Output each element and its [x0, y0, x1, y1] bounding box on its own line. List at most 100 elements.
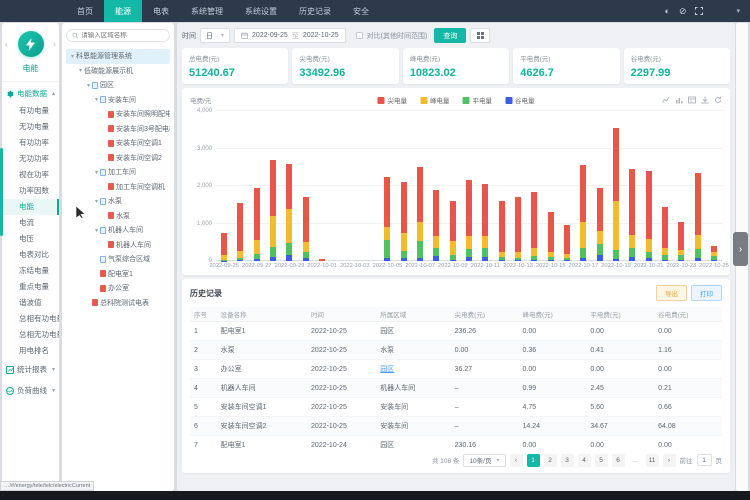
- stacked-bar-2022-10-25[interactable]: [711, 246, 717, 261]
- stacked-bar-2022-10-19[interactable]: [613, 128, 619, 261]
- tree-node-9[interactable]: 加工车间空调机: [66, 180, 170, 195]
- module-next-icon[interactable]: ›: [53, 39, 56, 49]
- sidebar-item-7[interactable]: 电流: [2, 215, 59, 231]
- stacked-bar-2022-10-11[interactable]: [482, 184, 488, 261]
- nav-tab-1[interactable]: 能源: [104, 0, 142, 22]
- tree-node-10[interactable]: ▾水泵: [66, 194, 170, 209]
- tree-node-15[interactable]: 配电室1: [66, 267, 170, 282]
- nav-tab-5[interactable]: 历史记录: [288, 0, 342, 22]
- page-button-11[interactable]: 11: [646, 454, 659, 467]
- toolbox-data-view-icon[interactable]: [688, 96, 696, 104]
- stacked-bar-2022-10-08[interactable]: [433, 190, 439, 261]
- tree-node-17[interactable]: 总科院测试电表: [66, 296, 170, 311]
- legend-item-3[interactable]: 谷电量: [505, 95, 535, 105]
- sidebar-item-15[interactable]: 用电排名: [2, 343, 59, 359]
- panel-collapse-button[interactable]: ›: [733, 232, 748, 266]
- sidebar-item-2[interactable]: 有功功率: [2, 135, 59, 151]
- print-button[interactable]: 打印: [691, 285, 722, 301]
- tree-node-16[interactable]: 办公室: [66, 281, 170, 296]
- tree-node-3[interactable]: ▾安装车间: [66, 93, 170, 108]
- sidebar-item-13[interactable]: 总相有功电量: [2, 311, 59, 327]
- legend-item-1[interactable]: 峰电量: [420, 95, 450, 105]
- toolbox-bar-chart-icon[interactable]: [675, 96, 683, 104]
- language-icon[interactable]: ⊘: [679, 7, 687, 16]
- tree-node-12[interactable]: ▾机器人车间: [66, 223, 170, 238]
- stacked-bar-2022-10-21[interactable]: [646, 171, 652, 261]
- stacked-bar-2022-10-18[interactable]: [597, 188, 603, 261]
- user-menu-caret-icon[interactable]: ▾: [736, 7, 740, 15]
- stacked-bar-2022-10-01[interactable]: [319, 259, 325, 261]
- tree-node-7[interactable]: 安装车间空调2: [66, 151, 170, 166]
- nav-tab-0[interactable]: 首页: [66, 0, 104, 22]
- sidebar-item-3[interactable]: 无功功率: [2, 151, 59, 167]
- stacked-bar-2022-10-20[interactable]: [629, 169, 635, 261]
- sidebar-item-5[interactable]: 功率因数: [2, 183, 59, 199]
- query-button[interactable]: 查询: [434, 28, 466, 43]
- sidebar-item-8[interactable]: 电压: [2, 231, 59, 247]
- page-button-5[interactable]: 5: [595, 454, 608, 467]
- tree-node-8[interactable]: ▾加工车间: [66, 165, 170, 180]
- stacked-bar-2022-10-15[interactable]: [548, 212, 554, 261]
- tree-node-1[interactable]: ▾低碳能源展示机: [66, 64, 170, 79]
- sidebar-item-1[interactable]: 无功电量: [2, 119, 59, 135]
- tree-node-0[interactable]: ▾科恩能源管理系统: [66, 49, 170, 64]
- next-page-button[interactable]: ›: [663, 454, 676, 467]
- date-range-picker[interactable]: 2022-09-25 至 2022-10-25: [234, 28, 346, 43]
- sidebar-item-load-curve[interactable]: 负荷曲线 ▾: [2, 380, 59, 401]
- tree-node-2[interactable]: ▾园区: [66, 78, 170, 93]
- stacked-bar-2022-09-30[interactable]: [303, 197, 309, 261]
- stacked-bar-2022-10-17[interactable]: [580, 165, 586, 261]
- tree-node-11[interactable]: 水泵: [66, 209, 170, 224]
- page-button-2[interactable]: 2: [544, 454, 557, 467]
- nav-tab-2[interactable]: 电表: [142, 0, 180, 22]
- tree-node-4[interactable]: 安装车间照明配电电表: [66, 107, 170, 122]
- stacked-bar-2022-10-06[interactable]: [401, 182, 407, 261]
- stacked-bar-2022-09-27[interactable]: [254, 188, 260, 261]
- page-button-6[interactable]: 6: [612, 454, 625, 467]
- legend-item-2[interactable]: 平电量: [463, 95, 493, 105]
- stacked-bar-2022-10-16[interactable]: [564, 225, 570, 261]
- sidebar-scrollbar-thumb[interactable]: [0, 148, 3, 236]
- compare-checkbox[interactable]: [356, 32, 363, 39]
- stacked-bar-2022-09-28[interactable]: [270, 160, 276, 261]
- fullscreen-icon[interactable]: [695, 7, 703, 15]
- legend-item-0[interactable]: 尖电量: [378, 95, 408, 105]
- stacked-bar-2022-10-09[interactable]: [450, 201, 456, 261]
- sidebar-item-14[interactable]: 总相无功电量: [2, 327, 59, 343]
- toolbox-line-chart-icon[interactable]: [662, 96, 670, 104]
- tree-search-input[interactable]: [81, 32, 164, 39]
- sidebar-item-10[interactable]: 冻结电量: [2, 263, 59, 279]
- stacked-bar-2022-09-26[interactable]: [237, 203, 243, 261]
- stacked-bar-2022-10-10[interactable]: [466, 180, 472, 261]
- sidebar-item-report[interactable]: 统计报表 ▾: [2, 359, 59, 380]
- goto-page-input[interactable]: [697, 454, 712, 466]
- stacked-bar-2022-10-22[interactable]: [662, 207, 668, 261]
- sidebar-item-9[interactable]: 电表对比: [2, 247, 59, 263]
- prev-page-button[interactable]: ‹: [510, 454, 523, 467]
- stacked-bar-2022-10-05[interactable]: [384, 177, 390, 261]
- stacked-bar-2022-10-23[interactable]: [678, 222, 684, 261]
- sidebar-section-energy-data[interactable]: 电能数据 ▴: [2, 82, 59, 103]
- tree-node-5[interactable]: 安装车间3号配电机床: [66, 122, 170, 137]
- stacked-bar-2022-10-07[interactable]: [417, 167, 423, 261]
- stacked-bar-2022-10-13[interactable]: [515, 197, 521, 261]
- stacked-bar-2022-10-12[interactable]: [499, 201, 505, 261]
- page-size-select[interactable]: 10条/页 ▾: [463, 454, 505, 467]
- theme-icon[interactable]: ◐: [665, 7, 670, 16]
- nav-tab-4[interactable]: 系统设置: [234, 0, 288, 22]
- granularity-select[interactable]: 日 ▾: [200, 28, 230, 43]
- toolbox-restore-icon[interactable]: [714, 96, 722, 104]
- sidebar-item-11[interactable]: 重点电量: [2, 279, 59, 295]
- page-button-4[interactable]: 4: [578, 454, 591, 467]
- stacked-bar-2022-09-29[interactable]: [286, 164, 292, 262]
- stacked-bar-2022-10-14[interactable]: [531, 192, 537, 261]
- nav-tab-6[interactable]: 安全: [342, 0, 380, 22]
- page-button-3[interactable]: 3: [561, 454, 574, 467]
- stacked-bar-2022-09-25[interactable]: [221, 233, 227, 261]
- export-button[interactable]: 导出: [656, 285, 687, 301]
- energy-module-icon[interactable]: [18, 31, 44, 57]
- tree-node-6[interactable]: 安装车间空调1: [66, 136, 170, 151]
- sidebar-item-12[interactable]: 谐波值: [2, 295, 59, 311]
- page-button-1[interactable]: 1: [527, 454, 540, 467]
- module-prev-icon[interactable]: ‹: [5, 39, 8, 49]
